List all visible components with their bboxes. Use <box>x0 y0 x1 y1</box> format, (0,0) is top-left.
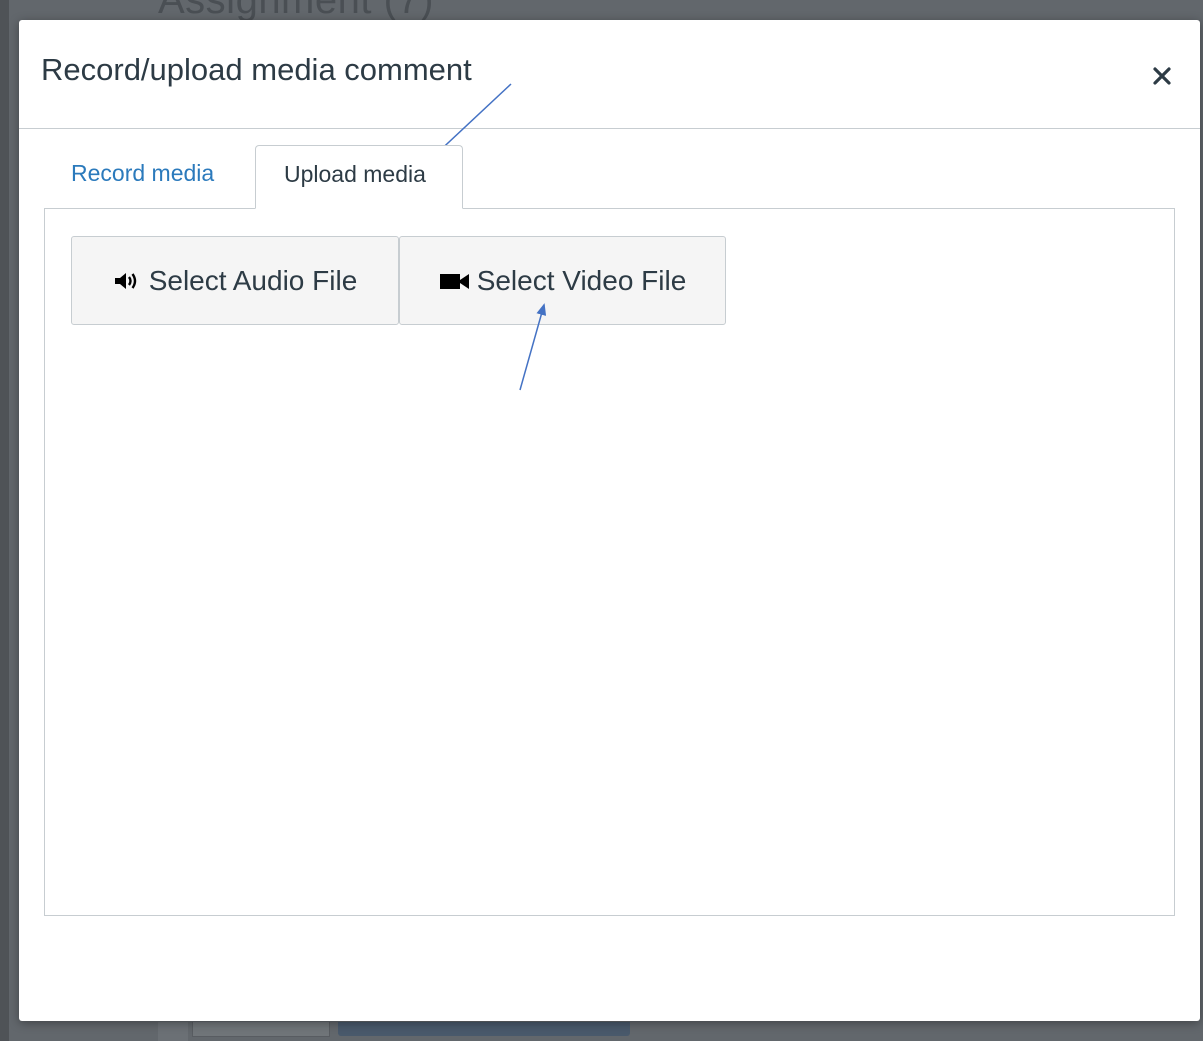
upload-media-panel: Select Audio File Select Video File <box>44 208 1175 916</box>
close-icon <box>1153 67 1171 85</box>
tab-record-media[interactable]: Record media <box>71 160 214 187</box>
backdrop-edge <box>0 0 9 1041</box>
dialog-title: Record/upload media comment <box>41 52 472 87</box>
video-button-label: Select Video File <box>476 264 687 296</box>
backdrop-element <box>158 1022 188 1041</box>
close-button[interactable] <box>1144 58 1180 94</box>
video-camera-icon <box>439 267 471 299</box>
tab-upload-media[interactable]: Upload media <box>255 145 463 209</box>
backdrop-button <box>338 1022 630 1036</box>
select-video-file-button[interactable]: Select Video File <box>399 236 726 325</box>
dialog-header: Record/upload media comment <box>19 20 1200 129</box>
media-comment-dialog: Record/upload media comment Record media… <box>19 20 1200 1021</box>
backdrop-element <box>192 1022 330 1037</box>
select-audio-file-button[interactable]: Select Audio File <box>71 236 399 325</box>
speaker-icon <box>113 267 143 299</box>
audio-button-label: Select Audio File <box>148 264 358 296</box>
